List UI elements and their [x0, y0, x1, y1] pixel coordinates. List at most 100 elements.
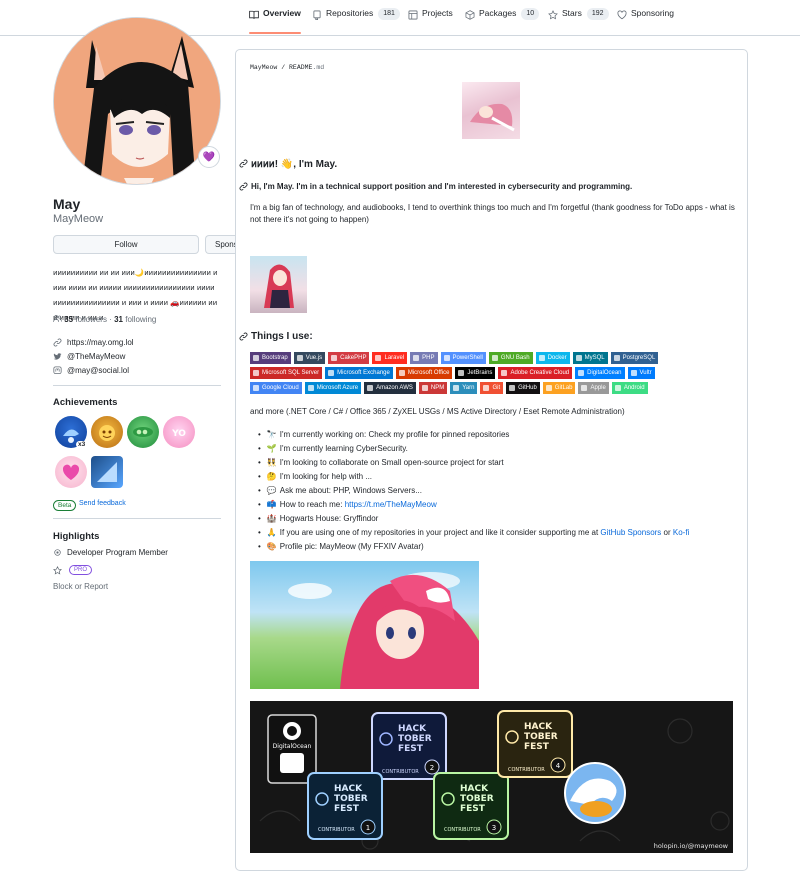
sidebar-divider-2 — [53, 518, 221, 519]
list-emoji: 🌱 — [266, 444, 277, 453]
website-link[interactable]: https://may.omg.lol — [53, 338, 134, 347]
about-list-item: 🌱I'm currently learning CyberSecurity. — [258, 442, 738, 456]
status-emoji[interactable]: 💜 — [198, 146, 220, 168]
developer-program-row: Developer Program Member — [53, 548, 168, 557]
anchor-link-icon[interactable] — [239, 182, 248, 191]
readme-anime-gif — [250, 561, 479, 689]
tech-shield: Bootstrap — [250, 352, 291, 364]
shield-logo-icon — [375, 355, 382, 361]
achievement-starstruck[interactable] — [91, 416, 123, 448]
followers-link[interactable]: 35 followers — [64, 315, 107, 324]
achievement-arctic-code-vault[interactable] — [91, 456, 123, 488]
heart-badge-icon — [62, 464, 80, 480]
repositories-count: 181 — [378, 8, 400, 20]
shield-label: MySQL — [584, 355, 605, 361]
shield-label: DigitalOcean — [587, 370, 622, 376]
list-emoji: 🙏 — [266, 528, 277, 537]
about-list-item: 🙏If you are using one of my repositories… — [258, 526, 738, 540]
shield-label: Microsoft Office — [407, 370, 450, 376]
yolo-icon: YO — [171, 429, 186, 439]
tech-shield: GNU Bash — [488, 352, 533, 364]
tech-shield: CakePHP — [328, 352, 370, 364]
hf-level-1: 1 — [366, 824, 370, 832]
readme-more: and more (.NET Core / C# / Office 365 / … — [250, 407, 625, 416]
shield-logo-icon — [453, 385, 460, 391]
shield-logo-icon — [331, 355, 338, 361]
tab-packages[interactable]: Packages 10 — [465, 8, 540, 34]
about-list-item: 🤔I'm looking for help with ... — [258, 470, 738, 484]
list-link[interactable]: https://t.me/TheMayMeow — [345, 500, 437, 509]
twitter-link[interactable]: @TheMayMeow — [53, 352, 125, 361]
tech-shield: NPM — [418, 382, 448, 394]
about-list-item: 👯I'm looking to collaborate on Small ope… — [258, 456, 738, 470]
list-link[interactable]: GitHub Sponsors — [600, 528, 661, 537]
send-feedback-link[interactable]: Send feedback — [79, 500, 126, 507]
shield-label: Laravel — [384, 355, 405, 361]
readme-path: MayMeow / README.md — [250, 64, 324, 71]
subheading-text: Hi, I'm May. I'm in a technical support … — [251, 182, 633, 191]
tab-sponsoring[interactable]: Sponsoring — [617, 8, 674, 34]
link-icon — [53, 338, 62, 347]
list-link-2[interactable]: Ko-fi — [673, 528, 689, 537]
shield-label: PostgreSQL — [622, 355, 656, 361]
achievement-yolo[interactable]: YO — [163, 416, 195, 448]
anchor-link-icon[interactable] — [239, 332, 248, 341]
tech-shield: PowerShell — [440, 352, 486, 364]
tab-repositories-label: Repositories — [326, 8, 374, 18]
tech-shield: Vue.js — [293, 352, 326, 364]
running-girl-image — [288, 572, 479, 689]
tab-projects[interactable]: Projects — [408, 8, 453, 34]
hf-title-2b: TOBER — [334, 794, 368, 804]
mastodon-link[interactable]: @may@social.lol — [53, 366, 129, 375]
readme-file: README — [289, 64, 313, 71]
developer-program-label: Developer Program Member — [67, 548, 168, 557]
book-icon — [249, 10, 259, 19]
tab-overview[interactable]: Overview — [249, 8, 301, 34]
anchor-link-icon[interactable] — [239, 159, 248, 168]
block-report-link[interactable]: Block or Report — [53, 582, 108, 591]
list-emoji: 🎨 — [266, 542, 277, 551]
hf-level-2: 2 — [430, 764, 434, 772]
achievement-pair-extraordinaire[interactable] — [127, 416, 159, 448]
shield-logo-icon — [614, 385, 621, 391]
star-outline-icon — [53, 565, 62, 575]
about-list: 🔭I'm currently working on: Check my prof… — [258, 428, 738, 554]
sidebar-divider — [53, 385, 221, 386]
tech-shield: DigitalOcean — [575, 367, 625, 379]
list-text: Profile pic: MayMeow (My FFXIV Avatar) — [279, 542, 424, 551]
hf-contributor-4: CONTRIBUTOR — [508, 767, 545, 773]
hf-title-3a: HACK — [460, 784, 489, 794]
holopin-board[interactable]: DigitalOcean HACK TOBER FEST CONTRIBUTOR… — [250, 701, 733, 853]
list-text: If you are using one of my repositories … — [279, 528, 601, 537]
vault-icon — [97, 462, 117, 482]
about-list-item: 🏰Hogwarts House: Gryffindor — [258, 512, 738, 526]
followers-label: followers — [75, 315, 107, 324]
achievement-public-sponsor[interactable] — [55, 456, 87, 488]
follow-button[interactable]: Follow — [53, 235, 199, 254]
anime-character-image — [264, 264, 294, 308]
shield-logo-icon — [253, 385, 259, 391]
tab-repositories[interactable]: Repositories 181 — [312, 8, 400, 34]
list-text: I'm looking to collaborate on Small open… — [279, 458, 504, 467]
readme-owner-link[interactable]: MayMeow — [250, 64, 277, 71]
package-icon — [465, 10, 475, 20]
shield-logo-icon — [491, 355, 498, 361]
following-link[interactable]: 31 following — [114, 315, 156, 324]
hf-title-3b: TOBER — [460, 794, 494, 804]
shield-logo-icon — [538, 355, 545, 361]
sponsor-button[interactable]: Sponsor — [205, 235, 235, 254]
shield-label: Git — [492, 385, 501, 391]
shield-label: Apple — [590, 385, 606, 391]
mastodon-icon — [53, 366, 62, 374]
avatar[interactable] — [53, 17, 221, 185]
hf-title-2c: FEST — [334, 804, 360, 814]
heart-icon — [617, 10, 627, 20]
hf-title-3c: FEST — [460, 804, 486, 814]
tab-stars[interactable]: Stars 192 — [548, 8, 609, 34]
list-text: Ask me about: PHP, Windows Servers... — [279, 486, 422, 495]
hf-level-3: 3 — [492, 824, 496, 832]
about-list-item: 🎨Profile pic: MayMeow (My FFXIV Avatar) — [258, 540, 738, 554]
profile-login: MayMeow — [53, 213, 104, 225]
shield-label: Docker — [547, 355, 567, 361]
greeting-text: 𐑍𐑍𐑍𐑍! 👋, I'm May. — [251, 159, 338, 170]
